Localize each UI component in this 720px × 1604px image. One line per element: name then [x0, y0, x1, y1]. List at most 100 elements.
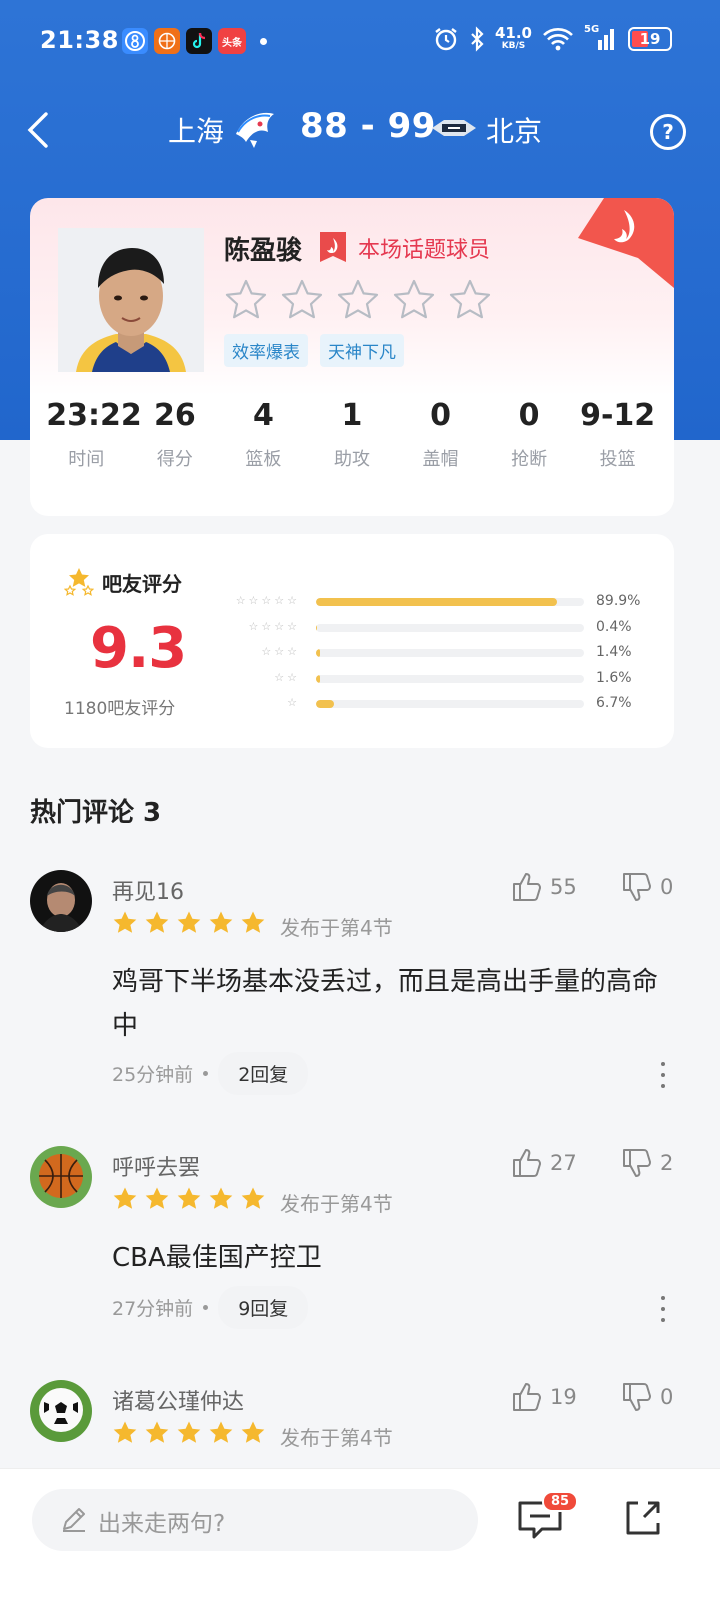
thumbs-down-icon	[623, 873, 651, 901]
wifi-icon	[543, 28, 573, 51]
star-outline-icon[interactable]	[336, 278, 380, 320]
like-button[interactable]: 55	[510, 870, 577, 904]
separator-dot	[203, 1071, 209, 1076]
stat-label: 篮板	[245, 449, 282, 470]
back-button[interactable]	[22, 108, 62, 152]
player-tag[interactable]: 天神下凡	[320, 334, 404, 367]
like-button[interactable]: 19	[510, 1380, 577, 1414]
battery-indicator: 19	[628, 27, 672, 51]
comment-text[interactable]: CBA最佳国产控卫	[112, 1236, 682, 1280]
dislike-button[interactable]: 0	[620, 1380, 673, 1414]
dislike-button[interactable]: 2	[620, 1146, 673, 1180]
player-photo[interactable]	[58, 228, 204, 372]
comment-time: 27分钟前	[112, 1298, 194, 1320]
star-outline-icon[interactable]	[224, 278, 268, 320]
star-filled-icon	[113, 1421, 137, 1443]
stat-value: 4	[252, 398, 274, 433]
comment-section: 发布于第4节	[280, 1426, 393, 1450]
bluetooth-icon	[471, 26, 484, 52]
comment-text[interactable]: 鸡哥下半场基本没丢过，而且是高出手量的高命中	[112, 960, 682, 1048]
distribution-bar-track	[316, 700, 584, 708]
comment-meta: 27分钟前 9回复	[112, 1286, 309, 1329]
rate-player-stars[interactable]	[224, 278, 492, 320]
cellular-label: 5G	[584, 24, 600, 35]
distribution-percent: 1.6%	[596, 669, 632, 686]
like-count: 19	[550, 1385, 577, 1409]
dislike-button[interactable]: 0	[620, 870, 673, 904]
comment-input[interactable]: 出来走两句?	[32, 1489, 478, 1551]
thumbs-up-icon	[513, 1383, 541, 1411]
basketball-app-icon	[154, 28, 180, 54]
avatar[interactable]	[30, 1380, 92, 1442]
more-options-icon[interactable]	[660, 1296, 666, 1322]
star-filled-icon	[209, 1187, 233, 1209]
distribution-row: ☆☆☆ 1.4%	[226, 643, 646, 669]
share-icon[interactable]	[622, 1497, 664, 1539]
avatar[interactable]	[30, 870, 92, 932]
stat-assists: 1 助攻	[312, 398, 392, 471]
stat-value: 0	[430, 398, 451, 433]
distribution-stars: ☆☆☆☆	[248, 619, 300, 633]
network-speed: 41.0 KB/S	[495, 26, 532, 52]
stat-value: 0	[518, 398, 540, 433]
rating-score: 9.3	[90, 616, 187, 681]
chevron-left-icon	[27, 112, 48, 148]
help-icon: ?	[662, 120, 674, 144]
replies-button[interactable]: 2回复	[218, 1052, 309, 1095]
stat-label: 抢断	[511, 449, 548, 470]
comment-rating	[112, 1186, 266, 1211]
help-button[interactable]: ?	[650, 114, 686, 150]
bottom-bar: 出来走两句? 85	[0, 1468, 720, 1604]
distribution-stars: ☆☆	[274, 670, 300, 684]
distribution-bar-track	[316, 674, 584, 683]
rating-title: 吧友评分	[102, 572, 182, 596]
status-app-icons: 头条	[122, 28, 267, 54]
star-filled-icon	[113, 911, 137, 933]
ducks-logo-icon[interactable]	[430, 116, 478, 140]
star-outline-icon[interactable]	[280, 278, 324, 320]
comment-rating	[112, 1420, 266, 1445]
cellular-icon: 5G	[584, 24, 618, 52]
home-team-name[interactable]: 上海	[168, 110, 224, 150]
status-bar: 21:38 头条 41.0 KB/S 5G 19	[0, 0, 720, 84]
dislike-count: 0	[660, 875, 674, 899]
match-score: 88 - 99	[300, 106, 436, 146]
like-button[interactable]: 27	[510, 1146, 577, 1180]
tiktok-icon	[186, 28, 212, 54]
alarm-icon	[435, 28, 457, 51]
distribution-bar	[316, 598, 557, 606]
star-filled-icon	[241, 911, 265, 933]
battery-level: 19	[639, 30, 661, 48]
comment-username[interactable]: 再见16	[112, 874, 184, 906]
star-outline-icon[interactable]	[392, 278, 436, 320]
comment-input-placeholder: 出来走两句?	[98, 1511, 226, 1537]
topic-flame-icon	[320, 232, 346, 262]
status-indicators: 41.0 KB/S 5G 19	[433, 24, 672, 52]
avatar[interactable]	[30, 1146, 92, 1208]
comment-username[interactable]: 诸葛公瑾仲达	[112, 1384, 244, 1416]
sharks-logo-icon[interactable]	[230, 104, 278, 154]
distribution-row: ☆☆ 1.6%	[226, 669, 646, 695]
comment-username[interactable]: 呼呼去罢	[112, 1150, 200, 1182]
app-8-icon	[122, 28, 148, 54]
star-filled-icon	[177, 1421, 201, 1443]
away-team-name[interactable]: 北京	[486, 110, 542, 150]
rating-stars-icon	[64, 568, 94, 596]
stat-label: 盖帽	[422, 449, 459, 470]
distribution-bar	[316, 623, 318, 632]
comment-rating	[112, 910, 266, 935]
star-outline-icon[interactable]	[448, 278, 492, 320]
notification-dot	[260, 37, 267, 45]
hot-topic-flag-icon	[578, 198, 674, 288]
player-tag[interactable]: 效率爆表	[224, 334, 308, 367]
distribution-stars: ☆☆☆	[261, 645, 300, 658]
more-options-icon[interactable]	[660, 1062, 666, 1088]
rating-distribution: ☆☆☆☆☆ 89.9% ☆☆☆☆ 0.4% ☆☆☆ 1.4% ☆☆ 1.6% ☆…	[226, 592, 646, 720]
thumbs-up-icon	[513, 873, 541, 901]
stat-field-goals: 9-12 投篮	[578, 398, 658, 471]
distribution-row: ☆☆☆☆☆ 89.9%	[226, 592, 646, 618]
separator-dot	[203, 1305, 209, 1310]
replies-button[interactable]: 9回复	[218, 1286, 309, 1329]
star-filled-icon	[209, 911, 233, 933]
like-count: 27	[550, 1151, 577, 1175]
